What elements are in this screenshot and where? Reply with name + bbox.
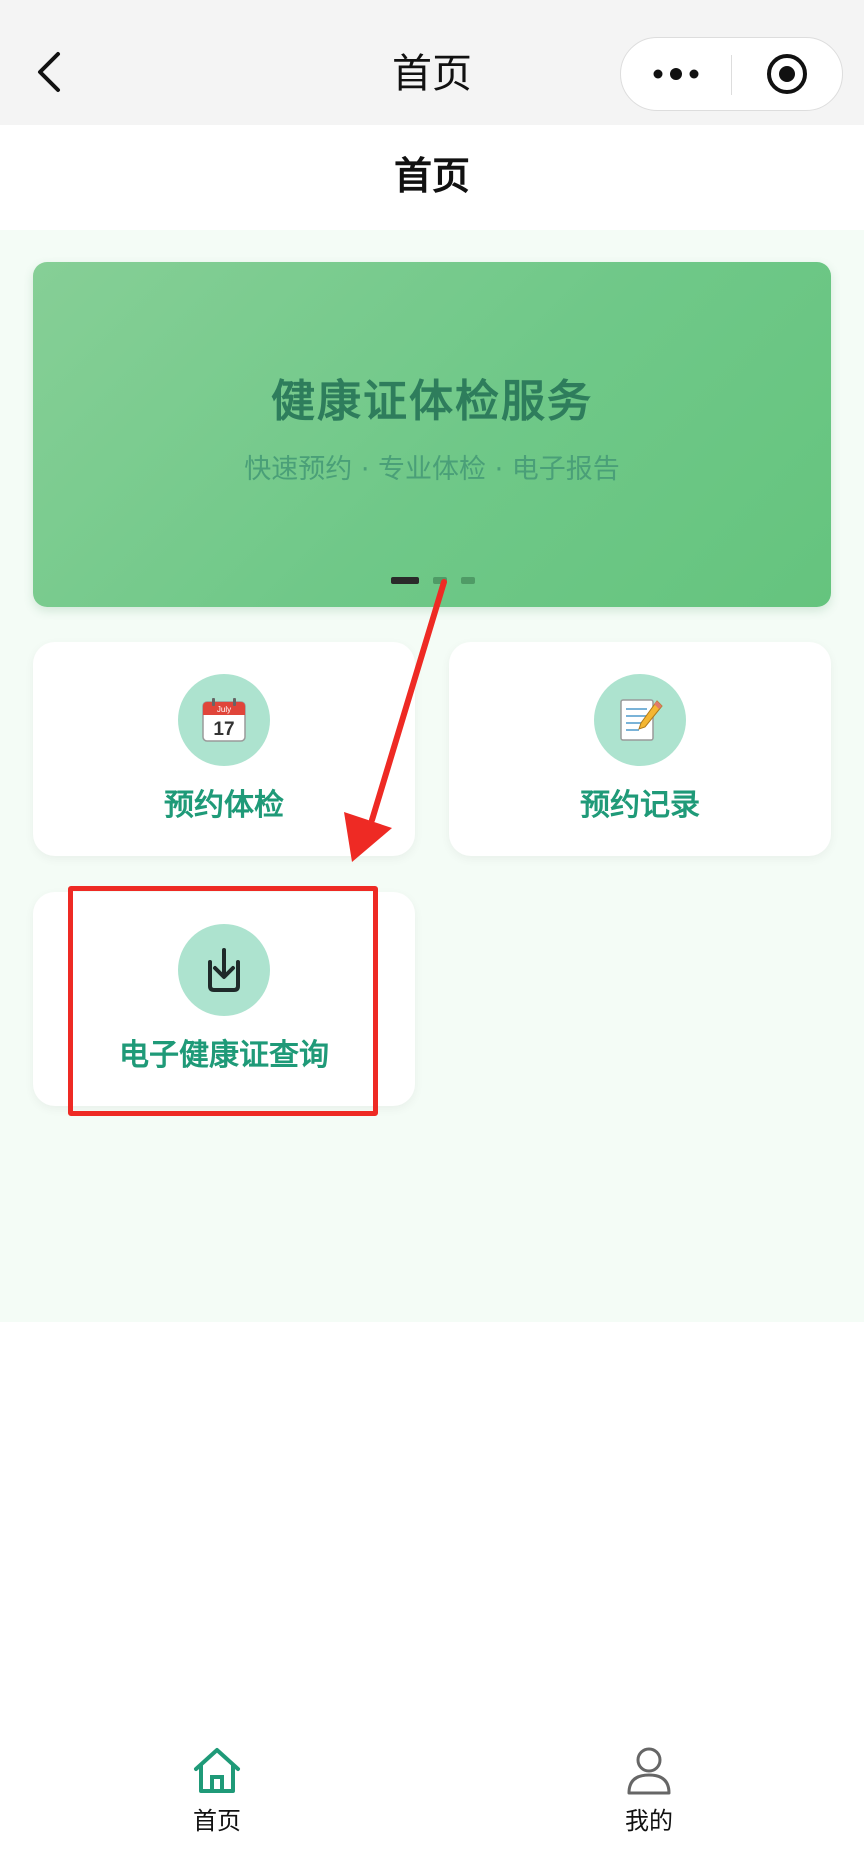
user-icon — [627, 1747, 671, 1795]
tab-mine-label: 我的 — [625, 1807, 673, 1835]
tab-home[interactable]: 首页 — [162, 1745, 272, 1845]
tab-mine[interactable]: 我的 — [594, 1745, 704, 1845]
tab-home-label: 首页 — [193, 1807, 241, 1835]
annotation-highlight-box — [68, 886, 378, 1116]
home-icon — [194, 1748, 240, 1793]
